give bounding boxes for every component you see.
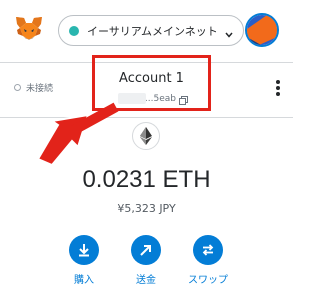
network-label: イーサリアムメインネット bbox=[87, 24, 218, 38]
network-status-dot bbox=[69, 25, 79, 36]
swap-label: スワップ bbox=[188, 275, 228, 286]
connection-dot-icon bbox=[14, 84, 21, 91]
swap-button[interactable]: スワップ bbox=[176, 235, 240, 286]
network-selector[interactable]: イーサリアムメインネット bbox=[58, 15, 244, 46]
fiat-balance: ¥5,323 JPY bbox=[117, 202, 176, 215]
send-label: 送金 bbox=[136, 275, 156, 286]
eth-balance: 0.0231 ETH bbox=[82, 166, 211, 193]
arrow-up-right-icon bbox=[131, 235, 161, 265]
send-button[interactable]: 送金 bbox=[114, 235, 178, 286]
address-suffix: ...5eab bbox=[144, 94, 176, 104]
copy-icon[interactable] bbox=[179, 90, 188, 109]
download-icon bbox=[69, 235, 99, 265]
chevron-down-icon bbox=[224, 25, 234, 44]
swap-icon bbox=[193, 235, 223, 265]
buy-label: 購入 bbox=[74, 275, 94, 286]
account-avatar[interactable] bbox=[245, 13, 279, 47]
buy-button[interactable]: 購入 bbox=[52, 235, 116, 286]
ethereum-icon bbox=[132, 122, 160, 150]
red-arrow-annotation bbox=[36, 102, 119, 165]
account-options-icon[interactable] bbox=[276, 80, 282, 98]
metamask-fox-logo[interactable] bbox=[14, 14, 44, 44]
account-name[interactable]: Account 1 bbox=[96, 71, 207, 86]
